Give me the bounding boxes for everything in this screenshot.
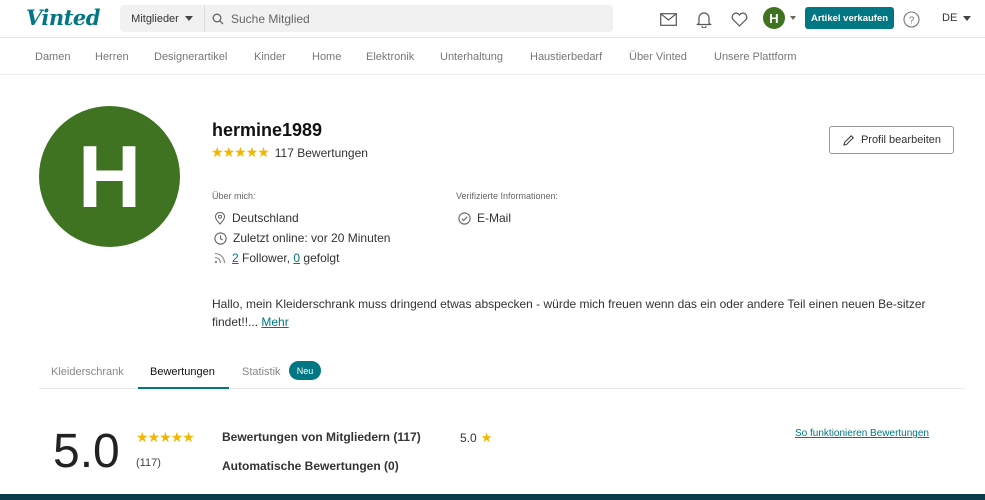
profile-rating[interactable]: ★★★★★ 117 Bewertungen xyxy=(211,144,368,161)
verified-email-line: E-Mail xyxy=(458,211,511,225)
tab-bewertungen[interactable]: Bewertungen xyxy=(150,366,215,378)
last-online-text: Zuletzt online: vor 20 Minuten xyxy=(233,231,391,245)
nav-item-ueber-vinted[interactable]: Über Vinted xyxy=(629,51,687,63)
star-icon: ★ xyxy=(480,430,493,445)
member-score: 5.0 ★ xyxy=(460,430,492,446)
overall-score: 5.0 xyxy=(53,425,120,478)
active-tab-indicator xyxy=(138,387,229,389)
search-category-label: Mitglieder xyxy=(131,12,179,25)
nav-item-home[interactable]: Home xyxy=(312,51,341,63)
nav-item-haustierbedarf[interactable]: Haustierbedarf xyxy=(530,51,602,63)
bottom-bar xyxy=(0,494,985,500)
tab-kleiderschrank[interactable]: Kleiderschrank xyxy=(51,366,124,378)
rating-stars: ★★★★★ xyxy=(211,144,270,160)
tab-statistik[interactable]: Statistik xyxy=(242,366,281,378)
clock-icon xyxy=(214,231,227,245)
user-avatar[interactable]: H xyxy=(763,7,785,29)
new-badge: Neu xyxy=(289,361,321,380)
automatic-reviews-filter[interactable]: Automatische Bewertungen (0) xyxy=(222,459,399,473)
bio-more-link[interactable]: Mehr xyxy=(261,315,288,329)
edit-profile-label: Profil bearbeiten xyxy=(860,134,942,146)
heart-icon[interactable] xyxy=(729,9,749,29)
followers-count-link[interactable]: 2 xyxy=(232,251,239,265)
profile-avatar: H xyxy=(39,106,180,247)
followers-label: Follower, xyxy=(238,251,294,265)
summary-stars: ★★★★★ xyxy=(136,429,195,445)
member-reviews-filter[interactable]: Bewertungen von Mitgliedern (117) xyxy=(222,430,421,444)
profile-username: hermine1989 xyxy=(212,120,323,140)
chevron-down-icon xyxy=(184,16,193,21)
location-line: Deutschland xyxy=(214,211,299,225)
mail-icon[interactable] xyxy=(658,9,678,29)
search-input[interactable] xyxy=(231,5,613,32)
profile-tabs: Kleiderschrank Bewertungen Statistik Neu xyxy=(39,358,965,389)
search-bar: Mitglieder xyxy=(120,5,613,32)
language-label: DE xyxy=(942,12,958,24)
nav-item-designerartikel[interactable]: Designerartikel xyxy=(154,51,227,63)
pencil-icon xyxy=(843,134,854,146)
verified-email-text: E-Mail xyxy=(477,211,512,225)
member-score-value: 5.0 xyxy=(460,431,477,445)
edit-profile-button[interactable]: Profil bearbeiten xyxy=(829,126,954,154)
vinted-logo[interactable]: Vinted xyxy=(26,5,100,30)
nav-item-herren[interactable]: Herren xyxy=(95,51,129,63)
language-selector[interactable]: DE xyxy=(942,12,972,24)
rss-icon xyxy=(214,252,226,264)
nav-item-kinder[interactable]: Kinder xyxy=(254,51,286,63)
profile-bio: Hallo, mein Kleiderschrank muss dringend… xyxy=(212,295,952,331)
category-nav: Damen Herren Designerartikel Kinder Home… xyxy=(0,38,985,75)
followers-line: 2 Follower, 0 gefolgt xyxy=(214,251,339,265)
bell-icon[interactable] xyxy=(694,9,714,29)
sell-item-button[interactable]: Artikel verkaufen xyxy=(805,7,894,29)
location-text: Deutschland xyxy=(232,211,299,225)
search-category-dropdown[interactable]: Mitglieder xyxy=(120,5,205,32)
bio-text: Hallo, mein Kleiderschrank muss dringend… xyxy=(212,297,926,329)
nav-item-elektronik[interactable]: Elektronik xyxy=(366,51,414,63)
help-icon[interactable]: ? xyxy=(901,9,921,29)
search-icon xyxy=(205,13,231,25)
nav-item-damen[interactable]: Damen xyxy=(35,51,70,63)
nav-item-unsere-plattform[interactable]: Unsere Plattform xyxy=(714,51,797,63)
summary-count: (117) xyxy=(136,457,161,469)
about-label: Über mich: xyxy=(212,191,256,201)
chevron-down-icon[interactable] xyxy=(790,16,796,20)
top-header: Vinted Mitglieder H Artikel verkaufen ? … xyxy=(0,0,985,38)
nav-item-unterhaltung[interactable]: Unterhaltung xyxy=(440,51,503,63)
following-label: gefolgt xyxy=(300,251,340,265)
chevron-down-icon xyxy=(963,15,972,21)
last-online-line: Zuletzt online: vor 20 Minuten xyxy=(214,231,390,245)
how-reviews-work-link[interactable]: So funktionieren Bewertungen xyxy=(795,428,929,439)
svg-text:?: ? xyxy=(908,15,914,26)
verified-label: Verifizierte Informationen: xyxy=(456,191,559,201)
check-circle-icon xyxy=(458,211,471,225)
review-count: 117 Bewertungen xyxy=(274,145,368,160)
location-pin-icon xyxy=(214,211,226,225)
